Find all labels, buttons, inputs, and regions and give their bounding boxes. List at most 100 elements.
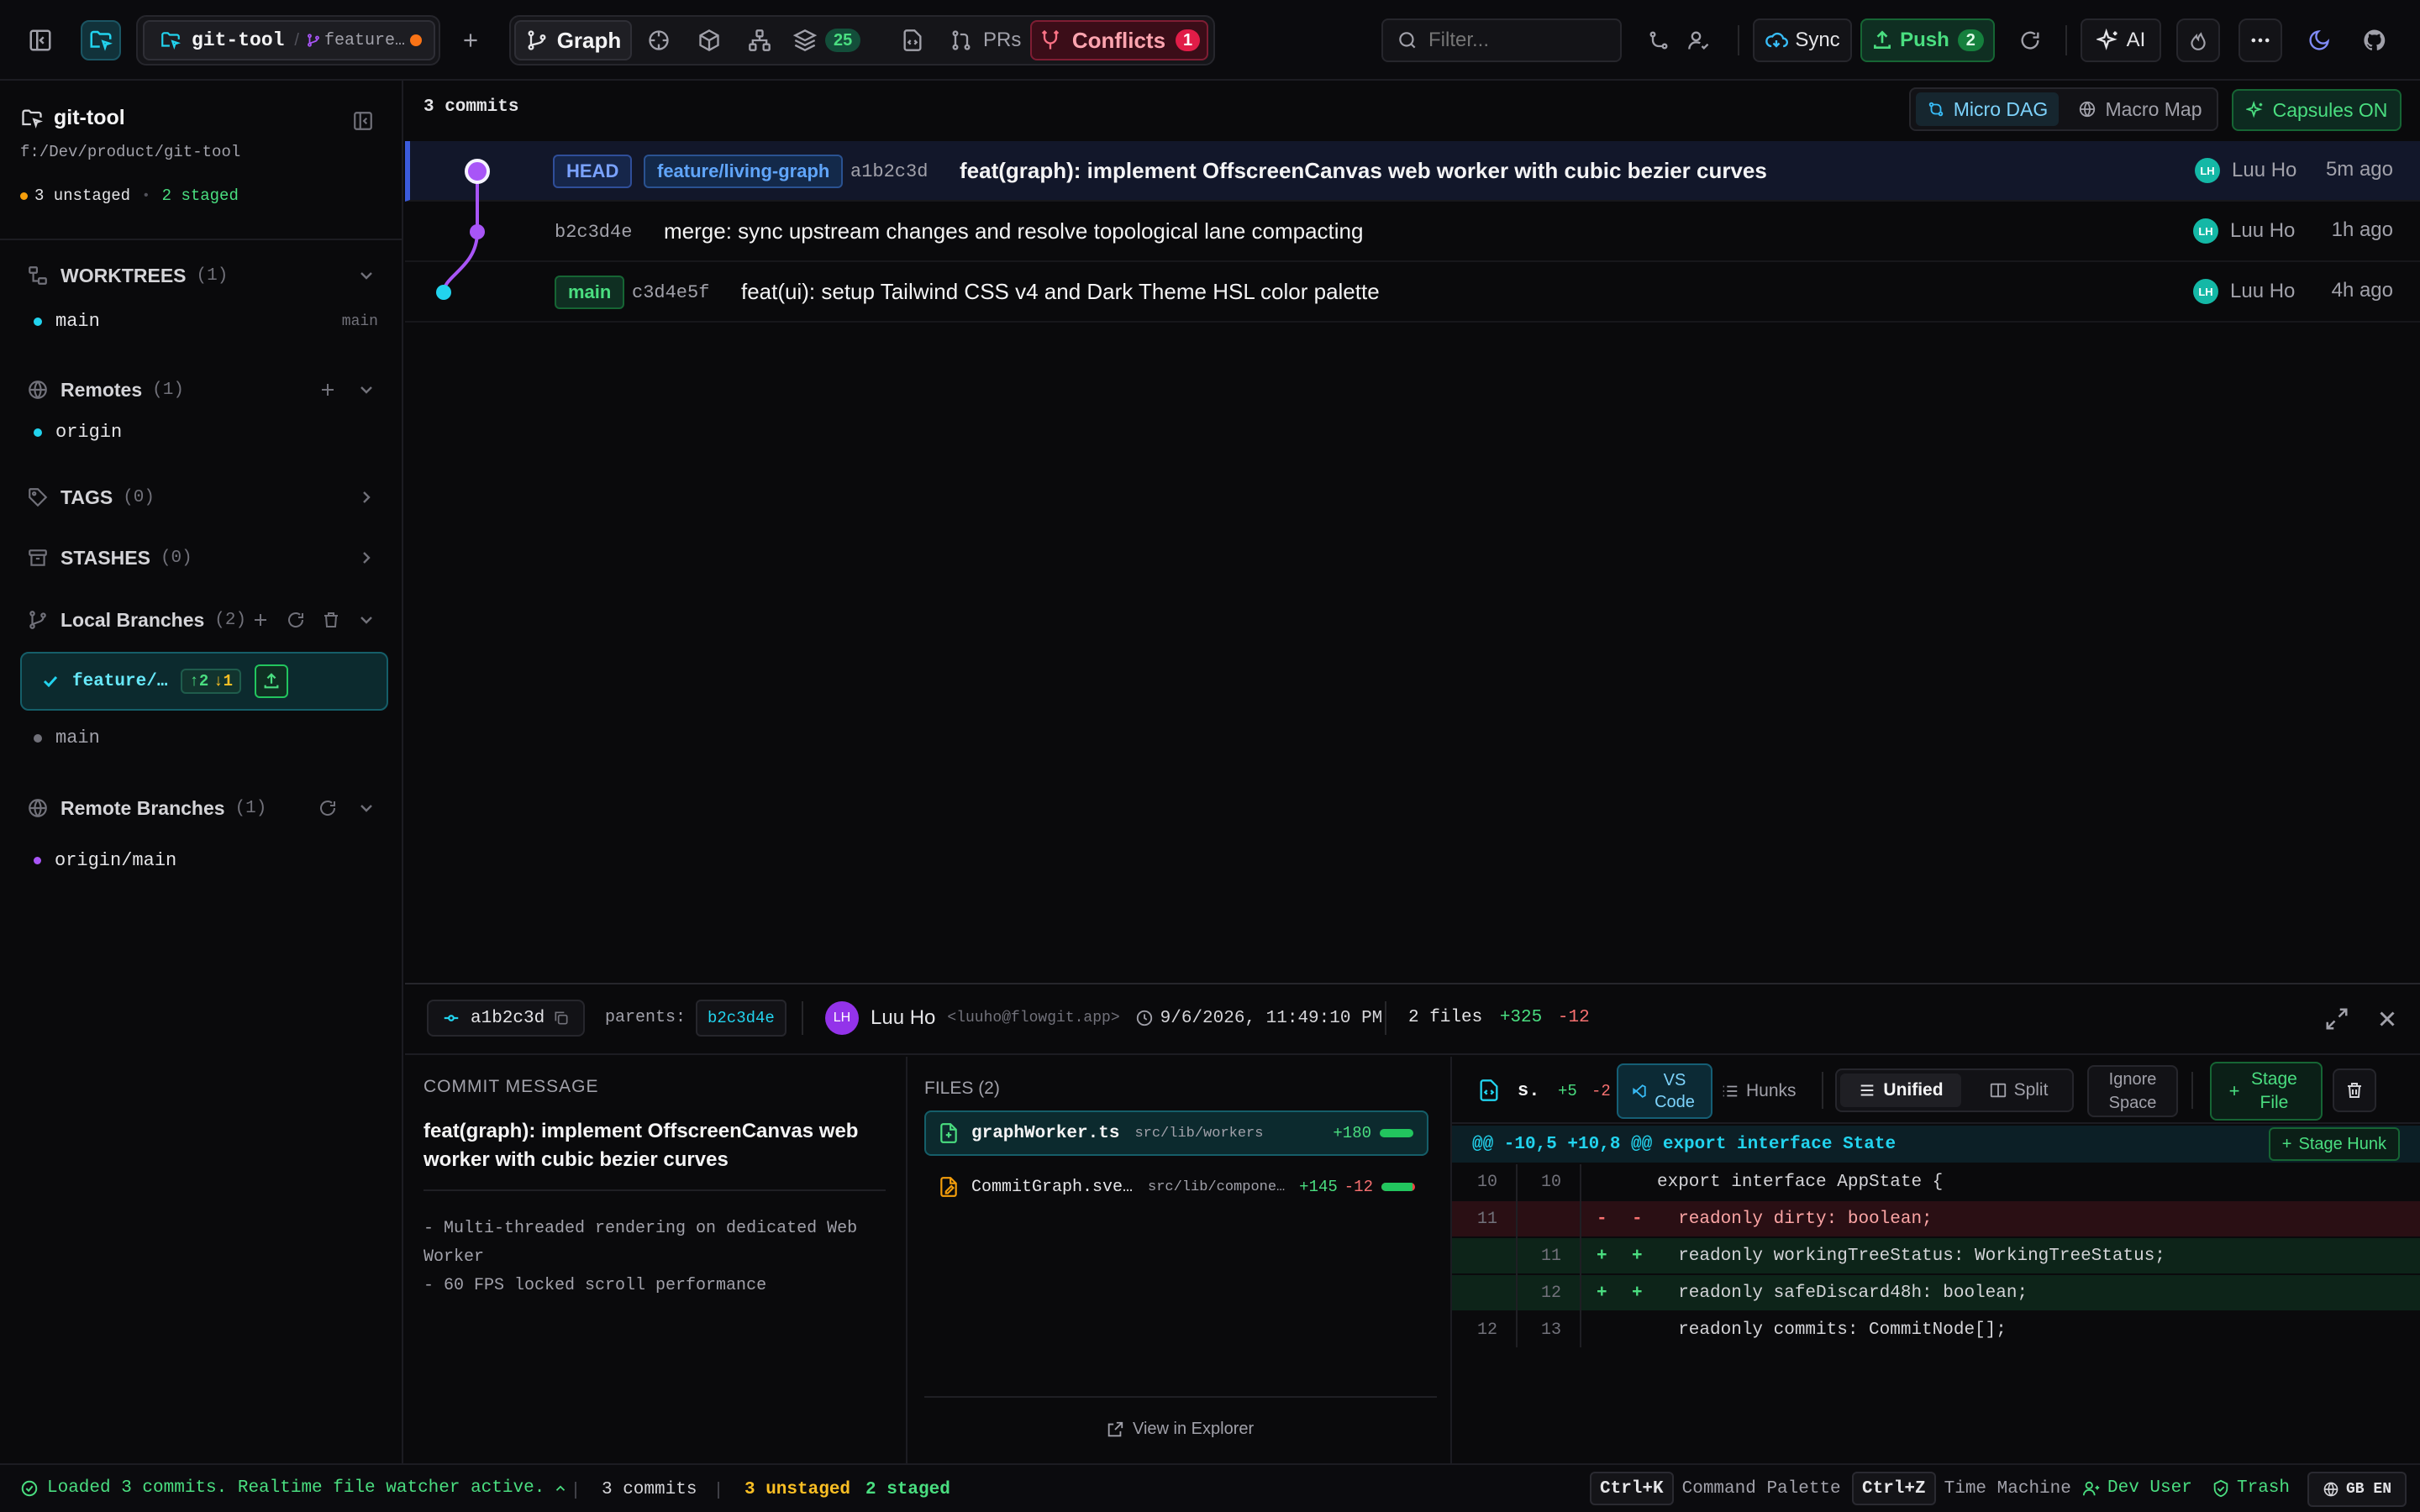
sidebar-toggle-button[interactable] xyxy=(24,24,57,57)
new-line-number: 10 xyxy=(1540,1172,1561,1192)
open-vscode-button[interactable]: VS Code xyxy=(1617,1063,1712,1119)
branch-icon xyxy=(306,33,321,48)
macro-map-toggle[interactable]: Macro Map xyxy=(2069,92,2212,126)
filter-field[interactable] xyxy=(1381,18,1622,62)
ellipsis-icon xyxy=(2249,29,2272,52)
repo-tab[interactable]: git-tool / feature… xyxy=(143,20,435,60)
add-remote-plus-icon[interactable] xyxy=(318,380,338,400)
new-branch-plus-icon[interactable] xyxy=(250,610,271,630)
add-tab-button[interactable] xyxy=(454,24,487,57)
diff-line[interactable]: 10 10 export interface AppState { xyxy=(1452,1164,2420,1200)
diff-line[interactable]: 12 + + readonly safeDiscard48h: boolean; xyxy=(1452,1275,2420,1310)
language-selector[interactable]: GB EN xyxy=(2307,1472,2407,1507)
dev-user-button[interactable]: Dev User xyxy=(2082,1478,2192,1498)
fetch-refresh-icon[interactable] xyxy=(318,798,338,818)
hunks-toggle[interactable]: Hunks xyxy=(1721,1070,1797,1112)
repo-tab-name: git-tool xyxy=(192,29,285,51)
commit-node-head xyxy=(465,159,490,184)
status-unstaged[interactable]: 3 unstaged xyxy=(744,1480,850,1499)
local-branches-section-header[interactable]: Local Branches (2) xyxy=(27,601,376,638)
micro-dag-toggle[interactable]: Micro DAG xyxy=(1916,92,2059,126)
tab-stacks[interactable]: 25 xyxy=(793,24,861,57)
theme-toggle-button[interactable] xyxy=(2302,24,2336,57)
commit-row[interactable]: main c3d4e5f feat(ui): setup Tailwind CS… xyxy=(405,262,2420,323)
crosshair-icon xyxy=(647,29,671,52)
flame-button[interactable] xyxy=(2176,18,2220,62)
bullet-separator: • xyxy=(142,188,150,203)
stage-file-button[interactable]: + Stage File xyxy=(2210,1062,2323,1121)
remote-branches-section-header[interactable]: Remote Branches (1) xyxy=(27,790,376,827)
old-line-number: 12 xyxy=(1476,1320,1497,1340)
sparkles-icon xyxy=(2096,29,2120,52)
diff-line[interactable]: 12 13 readonly commits: CommitNode[]; xyxy=(1452,1312,2420,1347)
branch-item-main[interactable]: main xyxy=(34,727,100,748)
time-machine-shortcut[interactable]: Ctrl+Z Time Machine xyxy=(1852,1472,2071,1505)
tab-crosshair[interactable] xyxy=(642,24,676,57)
worktree-icon xyxy=(27,265,49,286)
tags-section-header[interactable]: TAGS (0) xyxy=(27,479,376,516)
view-in-explorer-link[interactable]: View in Explorer xyxy=(1106,1420,1254,1439)
tab-box[interactable] xyxy=(692,24,726,57)
remote-branch-item[interactable]: origin/main xyxy=(34,850,176,871)
refresh-branches-icon[interactable] xyxy=(286,610,306,630)
lane-edge xyxy=(442,231,479,293)
collapse-sidebar-button[interactable] xyxy=(348,106,378,136)
ai-button[interactable]: AI xyxy=(2081,18,2161,62)
remote-item-origin[interactable]: origin xyxy=(34,422,122,443)
discard-file-button[interactable] xyxy=(2333,1068,2376,1112)
trash-button[interactable]: Trash xyxy=(2212,1478,2290,1498)
push-branch-button[interactable] xyxy=(255,664,289,698)
diff-toolbar: s. +5 -2 VS Code Hunks Unified Split Ign… xyxy=(1452,1057,2420,1124)
maximize-icon[interactable] xyxy=(2324,1006,2349,1032)
commit-row[interactable]: b2c3d4e merge: sync upstream changes and… xyxy=(405,202,2420,262)
status-staged[interactable]: 2 staged xyxy=(865,1480,950,1499)
file-item-selected[interactable]: graphWorker.ts src/lib/workers +180 xyxy=(924,1110,1428,1156)
commit-time: 1h ago xyxy=(2331,218,2393,241)
sync-button[interactable]: Sync xyxy=(1753,18,1852,62)
tab-file-code[interactable] xyxy=(896,24,929,57)
remotes-section-header[interactable]: Remotes (1) xyxy=(27,371,376,408)
remote-branch-name: origin/main xyxy=(55,850,177,871)
github-button[interactable] xyxy=(2358,24,2391,57)
refresh-button[interactable] xyxy=(2013,24,2047,57)
unstaged-count[interactable]: 3 unstaged xyxy=(34,186,130,205)
worktrees-section-header[interactable]: WORKTREES (1) xyxy=(27,257,376,294)
file-item[interactable]: CommitGraph.sve… src/lib/compone… +145 -… xyxy=(924,1164,1428,1210)
active-branch-item[interactable]: feature/… ↑2 ↓1 xyxy=(20,652,388,711)
tab-network[interactable] xyxy=(743,24,776,57)
worktree-item-main[interactable]: main main xyxy=(34,311,378,332)
stage-hunk-button[interactable]: + Stage Hunk xyxy=(2268,1127,2400,1161)
parent-sha-link[interactable]: b2c3d4e xyxy=(696,1000,786,1037)
unified-lines-icon xyxy=(1858,1081,1876,1100)
sha-chip[interactable]: a1b2c3d xyxy=(427,1000,585,1037)
more-menu-button[interactable] xyxy=(2238,18,2282,62)
filter-input[interactable] xyxy=(1428,29,1613,52)
status-message[interactable]: Loaded 3 commits. Realtime file watcher … xyxy=(20,1478,568,1498)
commit-message: feat(graph): implement OffscreenCanvas w… xyxy=(960,158,1767,183)
tab-conflicts[interactable]: Conflicts 1 xyxy=(1030,20,1208,60)
unified-view-toggle[interactable]: Unified xyxy=(1840,1074,1961,1107)
diff-line-text: export interface AppState { xyxy=(1657,1172,1944,1192)
tab-prs[interactable]: PRs xyxy=(950,24,1021,57)
commit-row-selected[interactable]: HEAD feature/living-graph a1b2c3d feat(g… xyxy=(405,141,2420,202)
capsules-toggle[interactable]: Capsules ON xyxy=(2232,89,2402,131)
repo-tab-branch: feature… xyxy=(324,30,405,50)
push-button[interactable]: Push 2 xyxy=(1860,18,1995,62)
user-check-button[interactable] xyxy=(1682,24,1716,57)
delete-branch-trash-icon[interactable] xyxy=(321,610,341,630)
split-view-toggle[interactable]: Split xyxy=(1968,1074,2069,1107)
commit-body-line: - Multi-threaded rendering on dedicated … xyxy=(424,1219,858,1267)
diff-line[interactable]: 11 + + readonly workingTreeStatus: Working… xyxy=(1452,1238,2420,1273)
staged-count[interactable]: 2 staged xyxy=(162,186,239,205)
copy-icon[interactable] xyxy=(553,1010,570,1026)
compare-branches-button[interactable] xyxy=(1642,24,1676,57)
explorer-toggle-button[interactable] xyxy=(81,20,121,60)
globe-icon xyxy=(27,379,49,401)
chevron-up-icon xyxy=(553,1481,568,1496)
diff-line[interactable]: 11 - - readonly dirty: boolean; xyxy=(1452,1201,2420,1236)
command-palette-shortcut[interactable]: Ctrl+K Command Palette xyxy=(1590,1472,1841,1505)
tab-graph[interactable]: Graph xyxy=(514,20,632,60)
stashes-section-header[interactable]: STASHES (0) xyxy=(27,539,376,576)
close-icon[interactable] xyxy=(2375,1006,2400,1032)
ignore-space-button[interactable]: Ignore Space xyxy=(2087,1065,2178,1117)
